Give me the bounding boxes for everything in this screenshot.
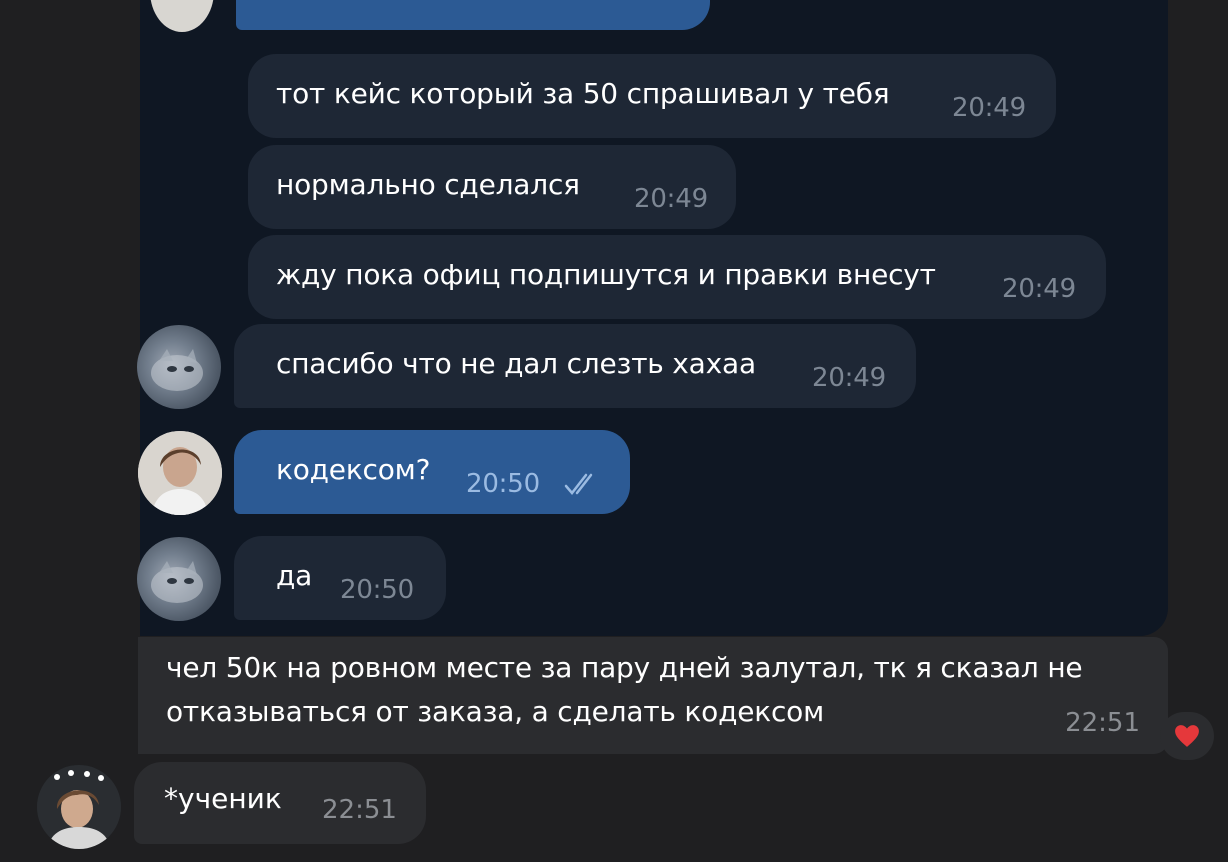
person-avatar-icon bbox=[37, 765, 121, 849]
note-message-bubble[interactable]: *ученик 22:51 bbox=[134, 762, 426, 844]
message-text-line-1: чел 50к на ровном месте за пару дней зал… bbox=[166, 651, 1083, 684]
message-text: жду пока офиц подпишутся и правки внесут bbox=[276, 258, 936, 291]
double-check-icon bbox=[564, 473, 593, 495]
cat-avatar-icon bbox=[151, 561, 203, 603]
message-bubble[interactable]: нормально сделался 20:49 bbox=[248, 145, 736, 229]
message-time: 20:50 bbox=[340, 575, 414, 605]
message-bubble-outgoing[interactable]: кодексом? 20:50 bbox=[234, 430, 630, 514]
avatar-contact[interactable] bbox=[137, 325, 221, 409]
message-text: нормально сделался bbox=[276, 168, 580, 201]
message-time: 20:49 bbox=[952, 93, 1026, 123]
avatar-author[interactable] bbox=[37, 765, 121, 849]
comment-message-bubble[interactable]: чел 50к на ровном месте за пару дней зал… bbox=[138, 637, 1168, 754]
message-time: 22:51 bbox=[1065, 708, 1140, 738]
message-bubble[interactable]: да 20:50 bbox=[234, 536, 446, 620]
cat-avatar-icon bbox=[151, 349, 203, 391]
message-text: тот кейс который за 50 спрашивал у тебя bbox=[276, 77, 890, 110]
message-time: 20:49 bbox=[1002, 274, 1076, 304]
message-text: *ученик bbox=[164, 782, 282, 815]
message-time: 20:49 bbox=[634, 184, 708, 214]
message-text: да bbox=[276, 559, 313, 592]
message-bubble[interactable]: спасибо что не дал слезть хахаа 20:49 bbox=[234, 324, 916, 408]
message-time: 20:49 bbox=[812, 363, 886, 393]
avatar-self[interactable] bbox=[138, 431, 222, 515]
person-avatar-icon bbox=[138, 431, 222, 515]
message-time: 22:51 bbox=[322, 795, 397, 825]
message-text: кодексом? bbox=[276, 453, 431, 486]
avatar-contact[interactable] bbox=[137, 537, 221, 621]
message-bubble[interactable]: жду пока офиц подпишутся и правки внесут… bbox=[248, 235, 1106, 319]
message-time: 20:50 bbox=[466, 469, 540, 499]
reaction-badge[interactable] bbox=[1160, 712, 1214, 760]
message-text: спасибо что не дал слезть хахаа bbox=[276, 347, 756, 380]
heart-icon bbox=[1175, 725, 1199, 747]
message-bubble-partial[interactable] bbox=[236, 0, 710, 30]
message-bubble[interactable]: тот кейс который за 50 спрашивал у тебя … bbox=[248, 54, 1056, 138]
message-text-line-2: отказываться от заказа, а сделать кодекс… bbox=[166, 695, 825, 728]
